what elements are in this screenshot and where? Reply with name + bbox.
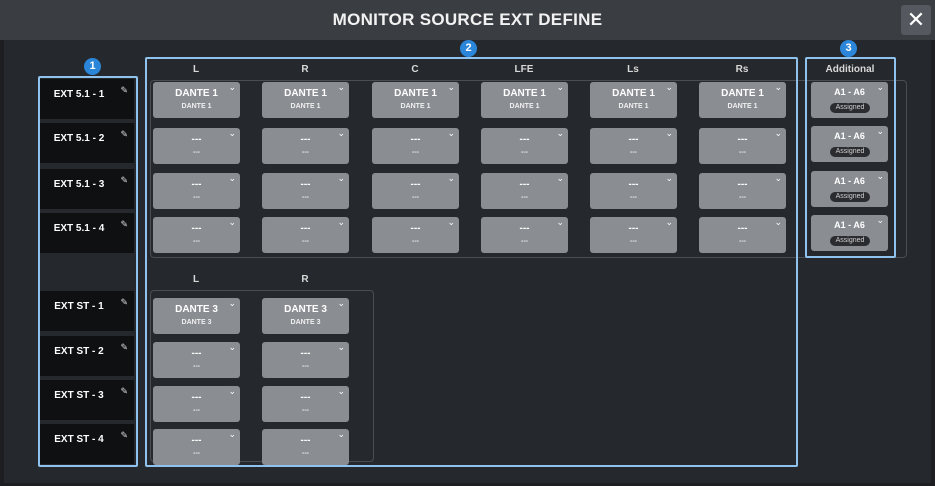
close-button[interactable]: ✕ [901, 5, 931, 35]
callout-outline-2 [145, 57, 798, 467]
callout-badge-1: 1 [84, 58, 101, 75]
callout-badge-2: 2 [460, 40, 477, 57]
callout-outline-1 [38, 76, 138, 467]
callout-outline-3 [805, 57, 896, 258]
title-bar: MONITOR SOURCE EXT DEFINE ✕ [0, 0, 935, 40]
callout-badge-3: 3 [840, 40, 857, 57]
close-icon: ✕ [906, 7, 926, 32]
window-title: MONITOR SOURCE EXT DEFINE [332, 10, 603, 29]
